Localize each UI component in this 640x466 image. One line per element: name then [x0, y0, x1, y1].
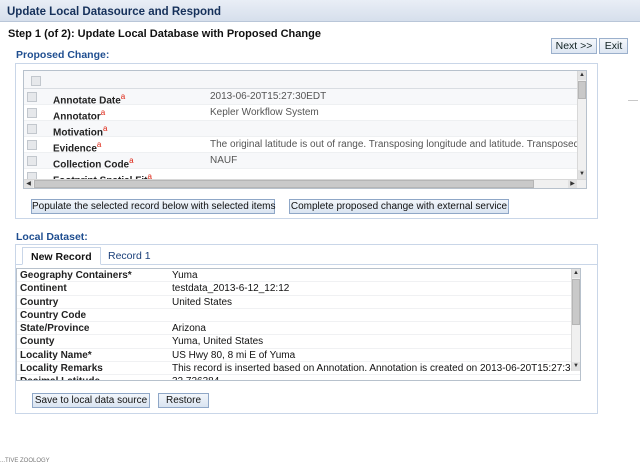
record-row: County Yuma, United States	[17, 335, 580, 349]
proposed-row[interactable]: Annotate Datea 2013-06-20T15:27:30EDT	[24, 89, 586, 106]
row-checkbox[interactable]	[27, 140, 37, 150]
record-field-value[interactable]: This record is inserted based on Annotat…	[172, 363, 580, 374]
scroll-down-icon[interactable]: ▼	[578, 170, 586, 179]
footer-text: ...TIVE ZOOLOGY	[0, 458, 50, 464]
record-field-value[interactable]: Arizona	[172, 323, 206, 334]
record-field-label: Country Code	[20, 309, 87, 321]
scroll-thumb[interactable]	[572, 279, 580, 325]
local-dataset-label: Local Dataset:	[16, 231, 88, 243]
record-row: Continent testdata_2013-6-12_12:12	[17, 282, 580, 296]
annotation-marker: a	[129, 156, 134, 165]
annotation-marker: a	[100, 108, 106, 117]
record-field-label: Continent	[20, 283, 67, 295]
annotation-marker: a	[120, 92, 126, 101]
window-title: Update Local Datasource and Respond	[0, 0, 640, 22]
annotation-marker: a	[103, 124, 108, 133]
complete-change-button[interactable]: Complete proposed change with external s…	[289, 199, 509, 214]
save-local-button[interactable]: Save to local data source	[32, 393, 150, 408]
row-checkbox[interactable]	[27, 156, 37, 166]
record-field-value[interactable]: testdata_2013-6-12_12:12	[172, 283, 289, 294]
record-row: Geography Containers* Yuma	[17, 269, 580, 283]
populate-record-button[interactable]: Populate the selected record below with …	[31, 199, 275, 214]
proposed-rows: Annotate Datea 2013-06-20T15:27:30EDT Anno…	[24, 89, 587, 186]
record-field-value[interactable]: United States	[172, 297, 232, 308]
select-all-checkbox[interactable]	[31, 76, 41, 86]
record-field-label: Locality Name*	[20, 349, 92, 361]
restore-button[interactable]: Restore	[158, 393, 209, 408]
record-vertical-scrollbar[interactable]: ▲ ▼	[571, 269, 580, 371]
record-field-label: Decimal Latitude	[20, 376, 100, 380]
record-field-label: State/Province	[20, 323, 90, 335]
proposed-change-label: Proposed Change:	[16, 49, 110, 61]
record-tabs: New Record Record 1	[16, 245, 598, 265]
record-field-label: Geography Containers*	[20, 270, 132, 281]
record-rows: Geography Containers* Yuma Continent testda…	[17, 269, 580, 380]
scroll-thumb-horizontal[interactable]	[34, 180, 534, 188]
record-field-label: Country	[20, 296, 59, 308]
divider	[628, 100, 638, 101]
record-row: Locality Remarks This record is inserted …	[17, 362, 580, 376]
grid-header-row	[24, 71, 586, 89]
row-checkbox[interactable]	[27, 124, 37, 134]
next-button[interactable]: Next >>	[551, 38, 597, 54]
scroll-left-icon[interactable]: ◀	[24, 180, 33, 188]
proposed-field-value: Kepler Workflow System	[210, 107, 319, 118]
scroll-up-icon[interactable]: ▲	[578, 71, 586, 80]
record-row: State/Province Arizona	[17, 322, 580, 336]
proposed-row[interactable]: Motivationa	[24, 121, 586, 138]
record-field-value[interactable]: US Hwy 80, 8 mi E of Yuma	[172, 350, 295, 361]
record-field-value[interactable]: 32.726384	[172, 376, 219, 380]
tab-new-record[interactable]: New Record	[22, 247, 101, 265]
scroll-thumb[interactable]	[578, 81, 586, 99]
record-form: Geography Containers* Yuma Continent testda…	[16, 268, 581, 381]
record-row: Locality Name* US Hwy 80, 8 mi E of Yuma	[17, 349, 580, 363]
proposed-row[interactable]: Evidencea The original latitude is out of…	[24, 137, 587, 154]
record-field-label: County	[20, 336, 55, 348]
proposed-change-grid: Annotate Datea 2013-06-20T15:27:30EDT Anno…	[23, 70, 587, 189]
horizontal-scrollbar[interactable]: ◀ ▶	[24, 179, 586, 188]
scroll-right-icon[interactable]: ▶	[568, 180, 577, 188]
record-field-label: Locality Remarks	[20, 363, 103, 375]
proposed-row[interactable]: Annotatora Kepler Workflow System	[24, 105, 586, 122]
row-checkbox[interactable]	[27, 92, 37, 102]
record-field-value[interactable]: Yuma	[172, 270, 198, 281]
exit-button[interactable]: Exit	[599, 38, 628, 54]
record-row: Country United States	[17, 296, 580, 309]
proposed-field-value: 2013-06-20T15:27:30EDT	[210, 91, 327, 102]
row-checkbox[interactable]	[27, 108, 37, 118]
annotation-marker: a	[96, 140, 102, 149]
proposed-field-value: NAUF	[210, 155, 238, 166]
record-field-value[interactable]: Yuma, United States	[172, 336, 263, 347]
vertical-scrollbar[interactable]: ▲ ▼	[577, 71, 586, 179]
record-row: Country Code	[17, 309, 580, 323]
proposed-field-value: The original latitude is out of range. T…	[210, 139, 587, 150]
scroll-down-icon[interactable]: ▼	[572, 362, 580, 371]
proposed-row[interactable]: Collection Codea NAUF	[24, 153, 586, 170]
tab-record-1[interactable]: Record 1	[100, 247, 159, 265]
record-row: Decimal Latitude 32.726384	[17, 375, 580, 380]
step-title: Step 1 (of 2): Update Local Database wit…	[8, 28, 321, 40]
scroll-up-icon[interactable]: ▲	[572, 269, 580, 278]
